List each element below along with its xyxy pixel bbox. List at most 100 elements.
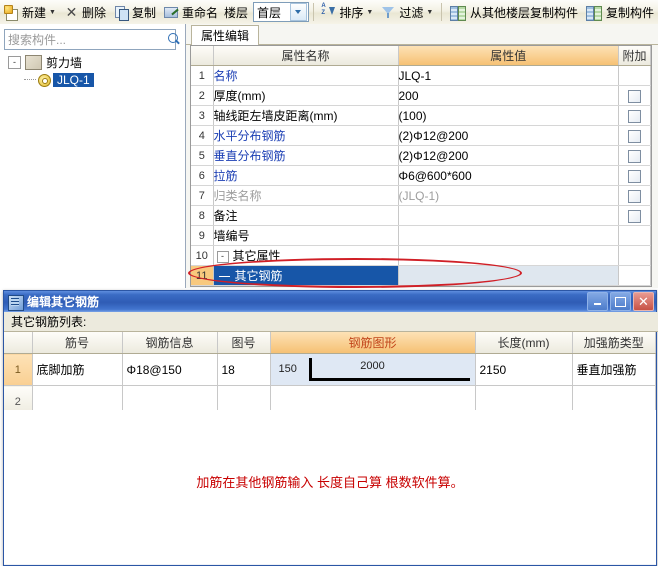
search-icon[interactable] (165, 31, 183, 48)
rebar-shape-cell[interactable] (270, 385, 476, 410)
collapse-expander-icon[interactable]: - (8, 56, 21, 69)
tree-node-shearwall[interactable]: - 剪力墙 (0, 54, 185, 71)
attach-checkbox[interactable] (628, 109, 641, 123)
chevron-down-icon[interactable] (289, 3, 307, 21)
table-row[interactable]: 1 底脚加筋 Φ18@150 18 150 2000 2150 垂直加强筋 (4, 353, 656, 386)
rename-button[interactable]: 重命名 (160, 1, 222, 23)
property-name-cell[interactable]: 轴线距左墙皮距离(mm) (213, 105, 399, 126)
tree-item-jlq1[interactable]: JLQ-1 (0, 71, 185, 88)
bar-info-cell[interactable]: Φ18@150 (122, 353, 218, 386)
minimize-button[interactable] (587, 292, 608, 311)
attach-cell[interactable] (618, 125, 651, 146)
property-value-cell[interactable]: (2)Φ12@200 (398, 145, 619, 166)
property-value-cell[interactable]: JLQ-1 (398, 65, 619, 86)
figure-no-cell[interactable]: 18 (217, 353, 271, 386)
attach-checkbox[interactable] (628, 149, 641, 163)
attach-cell[interactable] (618, 205, 651, 226)
row-number: 1 (4, 353, 33, 386)
attach-checkbox[interactable] (628, 169, 641, 183)
property-value-cell[interactable]: 200 (398, 85, 619, 106)
property-value-cell[interactable] (398, 245, 619, 266)
property-name-cell[interactable]: 归类名称 (213, 185, 399, 206)
property-value-cell[interactable] (398, 225, 619, 246)
search-box[interactable] (4, 29, 178, 50)
table-row[interactable]: 11 其它钢筋 (191, 265, 651, 286)
table-row[interactable]: 2 (4, 385, 656, 410)
table-row[interactable]: 4 水平分布钢筋 (2)Φ12@200 (191, 125, 651, 146)
close-button[interactable]: ✕ (633, 292, 654, 311)
chevron-down-icon: ▼ (426, 8, 434, 16)
bar-name-cell[interactable] (32, 385, 123, 410)
length-cell[interactable] (475, 385, 573, 410)
attach-checkbox[interactable] (628, 89, 641, 103)
table-row[interactable]: 6 拉筋 Φ6@600*600 (191, 165, 651, 186)
property-name-cell[interactable]: 备注 (213, 205, 399, 226)
property-name-cell[interactable]: 水平分布钢筋 (213, 125, 399, 146)
sort-button[interactable]: 排序 ▼ (317, 1, 377, 23)
delete-button[interactable]: ✕ 删除 (60, 1, 110, 23)
property-name-cell[interactable]: 厚度(mm) (213, 85, 399, 106)
table-row[interactable]: 7 归类名称 (JLQ-1) (191, 185, 651, 206)
copy-floor-icon (449, 5, 467, 21)
copy-button[interactable]: 复制 (110, 1, 160, 23)
property-value-cell[interactable]: (2)Φ12@200 (398, 125, 619, 146)
attach-cell[interactable] (618, 85, 651, 106)
copy-component-button[interactable]: 复制构件 (582, 1, 658, 23)
attach-cell[interactable] (618, 165, 651, 186)
copy-from-other-floor-button[interactable]: 从其他楼层复制构件 (446, 1, 582, 23)
property-name-cell[interactable]: 拉筋 (213, 165, 399, 186)
property-value-cell[interactable]: Φ6@600*600 (398, 165, 619, 186)
floor-select[interactable]: 首层 (253, 2, 309, 22)
attach-checkbox[interactable] (628, 209, 641, 223)
dialog-title-bar[interactable]: 编辑其它钢筋 ✕ (4, 291, 656, 312)
property-name-label: 轴线距左墙皮距离(mm) (213, 109, 338, 123)
attach-checkbox[interactable] (628, 189, 641, 203)
property-name-cell[interactable]: - 其它属性 (213, 245, 399, 266)
property-name-label: 其它钢筋 (234, 269, 283, 283)
property-value-label: JLQ-1 (398, 68, 432, 83)
bar-info-cell[interactable] (122, 385, 218, 410)
new-button[interactable]: 新建 ▼ (0, 1, 60, 23)
property-table: 属性名称 属性值 附加 1 名称 JLQ-1 2 厚度(mm) 200 3 轴线距左墙皮距离(… (191, 46, 651, 286)
other-rebar-grid[interactable]: 筋号 钢筋信息 图号 钢筋图形 长度(mm) 加强筋类型 1 底脚加筋 Φ18@15… (4, 332, 656, 410)
copy-component-icon (585, 5, 603, 21)
property-value-cell[interactable] (398, 265, 619, 286)
property-name-cell[interactable]: 其它钢筋 (213, 265, 399, 286)
strengthen-type-cell[interactable]: 垂直加强筋 (572, 353, 656, 386)
group-collapse-icon[interactable]: - (216, 250, 229, 263)
table-row[interactable]: 5 垂直分布钢筋 (2)Φ12@200 (191, 145, 651, 166)
maximize-button[interactable] (610, 292, 631, 311)
property-grid[interactable]: 属性名称 属性值 附加 1 名称 JLQ-1 2 厚度(mm) 200 3 轴线距左墙皮距离(… (190, 45, 652, 287)
tab-property-editor[interactable]: 属性编辑 (191, 25, 260, 45)
table-row[interactable]: 9 墙编号 (191, 225, 651, 246)
attach-cell[interactable] (618, 65, 651, 86)
strengthen-type-cell[interactable] (572, 385, 656, 410)
attach-cell[interactable] (618, 105, 651, 126)
table-row[interactable]: 1 名称 JLQ-1 (191, 65, 651, 86)
attach-checkbox[interactable] (628, 129, 641, 143)
property-name-cell[interactable]: 名称 (213, 65, 399, 86)
property-name-cell[interactable]: 墙编号 (213, 225, 399, 246)
figure-no-cell[interactable] (217, 385, 271, 410)
filter-button[interactable]: 过滤 ▼ (377, 1, 437, 23)
attach-cell[interactable] (618, 185, 651, 206)
table-row[interactable]: 2 厚度(mm) 200 (191, 85, 651, 106)
rebar-shape-cell[interactable]: 150 2000 (269, 353, 476, 386)
bar-name-cell[interactable]: 底脚加筋 (32, 353, 123, 386)
property-name-label: 厚度(mm) (213, 89, 266, 103)
attach-cell[interactable] (618, 265, 651, 286)
attach-cell[interactable] (618, 225, 651, 246)
property-value-cell[interactable]: (JLQ-1) (398, 185, 619, 206)
rebar-run-length: 2000 (360, 360, 385, 372)
property-name-cell[interactable]: 垂直分布钢筋 (213, 145, 399, 166)
length-cell[interactable]: 2150 (475, 353, 573, 386)
attach-cell[interactable] (618, 245, 651, 266)
table-row[interactable]: 8 备注 (191, 205, 651, 226)
property-value-cell[interactable]: (100) (398, 105, 619, 126)
attach-cell[interactable] (618, 145, 651, 166)
table-row[interactable]: 3 轴线距左墙皮距离(mm) (100) (191, 105, 651, 126)
property-value-cell[interactable] (398, 205, 619, 226)
table-row[interactable]: 10- 其它属性 (191, 245, 651, 266)
toolbar-separator (441, 3, 442, 21)
search-input[interactable] (5, 31, 165, 48)
